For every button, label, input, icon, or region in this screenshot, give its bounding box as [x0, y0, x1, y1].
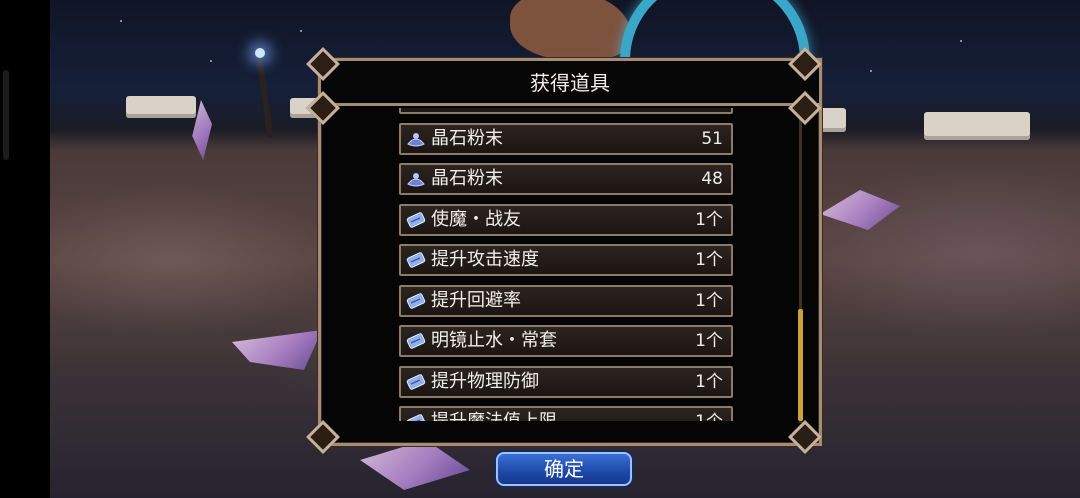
list-item[interactable]: 晶石粉末 51 [399, 122, 733, 155]
purple-crystal [360, 440, 470, 490]
crystal-powder-icon [405, 168, 427, 190]
star [300, 30, 302, 32]
list-item[interactable]: 提升魔法值上限 1个 [399, 406, 733, 421]
item-count: 51 [701, 128, 723, 149]
star [960, 40, 962, 42]
item-name: 明镜止水・常套 [431, 330, 557, 351]
list-item[interactable]: 晶石粉末 48 [399, 163, 733, 195]
item-name: 提升魔法值上限 [431, 408, 557, 421]
item-name: 晶石粉末 [431, 108, 503, 112]
scroll-ticket-icon [405, 290, 427, 312]
device-edge [0, 0, 50, 498]
item-count: 56 [701, 108, 723, 112]
list-item[interactable]: 明镜止水・常套 1个 [399, 325, 733, 357]
scroll-ticket-icon [405, 249, 427, 271]
item-name: 提升回避率 [431, 289, 521, 311]
item-name: 使魔・战友 [431, 208, 521, 230]
item-list[interactable]: 晶石粉末56晶石粉末51晶石粉末48使魔・战友1个提升攻击速度1个提升回避率1个… [399, 108, 735, 421]
star [210, 60, 212, 62]
item-count: 1个 [695, 250, 723, 270]
list-item[interactable]: 使魔・战友 1个 [399, 203, 733, 236]
item-count: 1个 [695, 408, 723, 421]
list-item[interactable]: 提升回避率 1个 [399, 284, 733, 317]
item-count: 48 [701, 169, 723, 189]
purple-crystal [232, 330, 322, 370]
list-item[interactable]: 提升攻击速度 1个 [399, 244, 733, 276]
scroll-ticket-icon [405, 330, 427, 352]
obtained-items-dialog: 获得道具 晶石粉末56晶石粉末51晶石粉末48使魔・战友1个提升攻击速度1个提升… [318, 58, 822, 446]
device-notch [3, 70, 9, 160]
item-name: 提升物理防御 [431, 370, 539, 392]
scrollbar-thumb[interactable] [798, 309, 803, 421]
tree-branch [510, 0, 630, 60]
item-count: 1个 [695, 371, 723, 392]
purple-crystal [820, 190, 900, 230]
item-count: 1个 [695, 290, 723, 311]
list-item[interactable]: 晶石粉末 56 [399, 108, 733, 114]
star [120, 20, 122, 22]
scroll-ticket-icon [405, 209, 427, 231]
item-name: 晶石粉末 [431, 127, 503, 149]
torch-pole [256, 57, 274, 139]
torch-flame [255, 48, 265, 58]
star [870, 70, 872, 72]
dialog-title: 获得道具 [530, 71, 610, 95]
game-scene: 获得道具 晶石粉末56晶石粉末51晶石粉末48使魔・战友1个提升攻击速度1个提升… [0, 0, 1080, 498]
stone-ledge [924, 112, 1030, 140]
item-list-inner: 晶石粉末56晶石粉末51晶石粉末48使魔・战友1个提升攻击速度1个提升回避率1个… [399, 108, 735, 421]
stone-ledge [126, 96, 196, 118]
item-name: 晶石粉末 [431, 168, 503, 189]
crystal-powder-icon [405, 128, 427, 150]
item-name: 提升攻击速度 [431, 249, 539, 270]
list-item[interactable]: 提升物理防御 1个 [399, 365, 733, 398]
confirm-button[interactable]: 确定 [496, 452, 632, 486]
item-count: 1个 [695, 331, 723, 351]
crystal-powder-icon [405, 108, 427, 109]
scroll-ticket-icon [405, 411, 427, 421]
dialog-title-bar: 获得道具 [321, 61, 819, 106]
scroll-ticket-icon [405, 371, 427, 393]
item-count: 1个 [695, 209, 723, 230]
